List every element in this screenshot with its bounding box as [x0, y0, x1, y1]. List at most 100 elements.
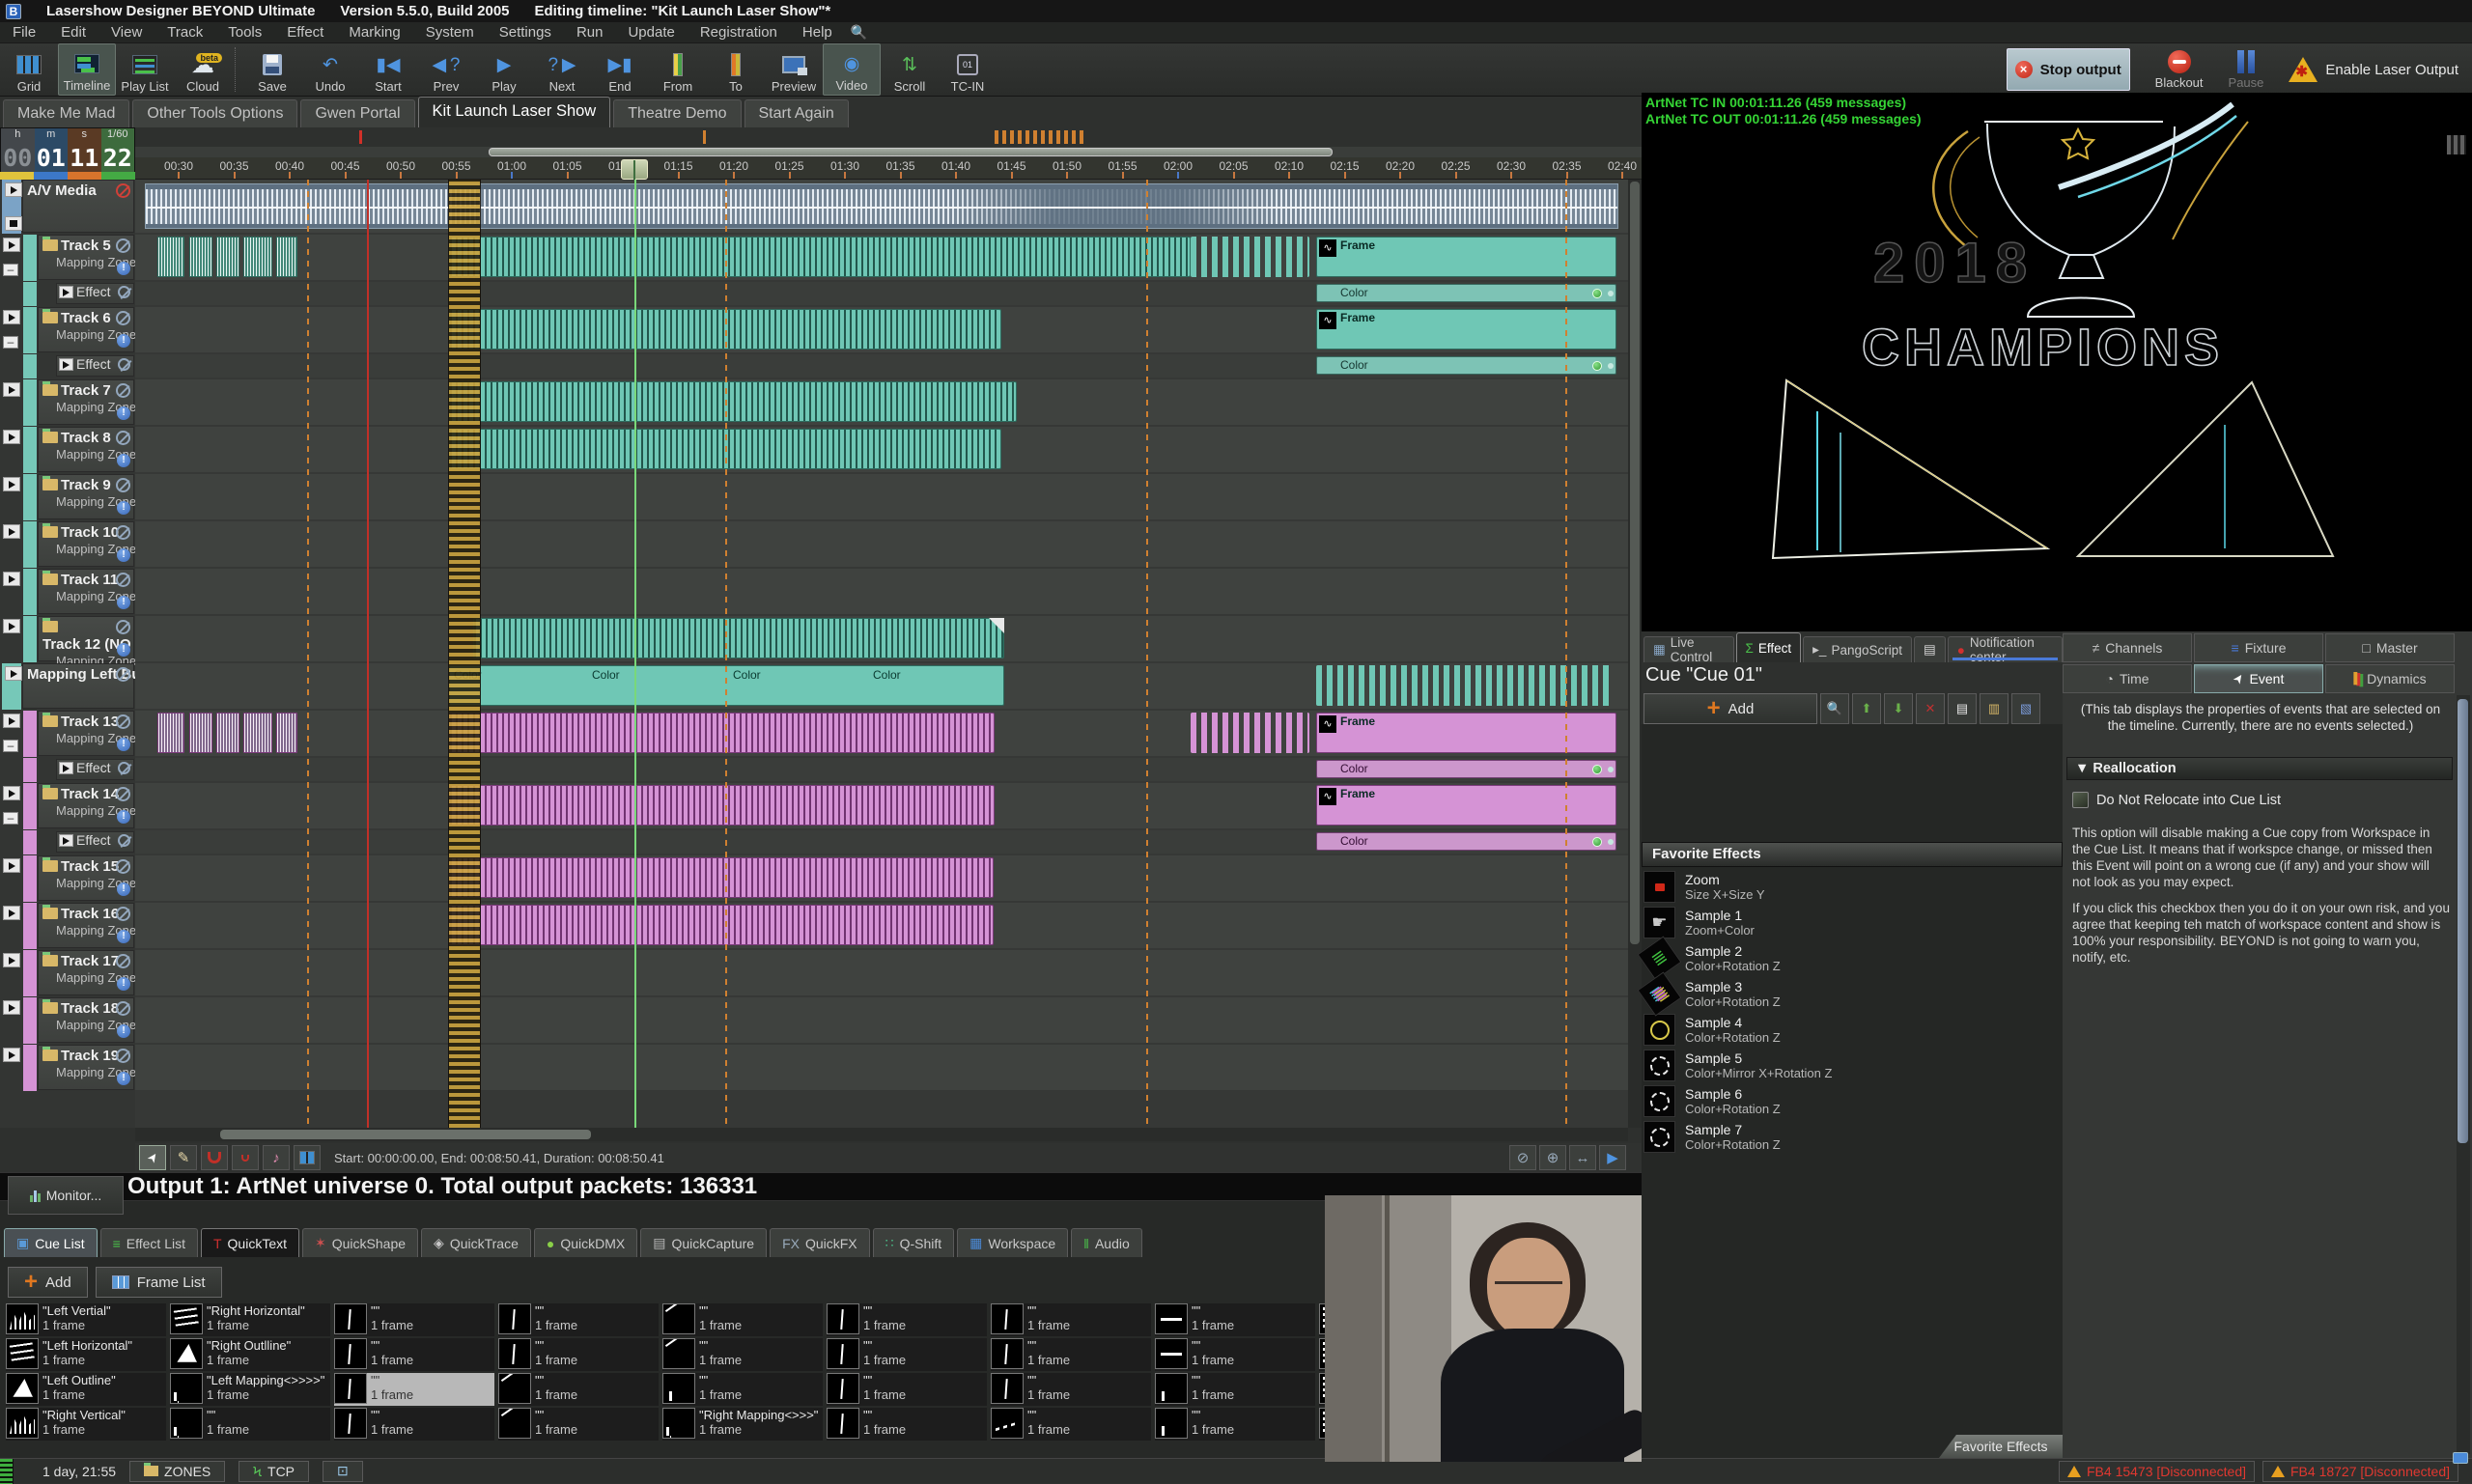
- track-disable-icon[interactable]: [116, 1049, 130, 1063]
- monitor-button[interactable]: Monitor...: [8, 1176, 124, 1215]
- grid-button[interactable]: Grid: [0, 43, 58, 96]
- cue-cell[interactable]: "Right Mapping<>>>"1 frame: [662, 1408, 823, 1441]
- intro-clip[interactable]: [216, 237, 239, 277]
- effect-play-button[interactable]: [59, 834, 73, 847]
- track-disable-icon[interactable]: [116, 667, 130, 682]
- timeline-button[interactable]: Timeline: [58, 43, 116, 96]
- track-disable-icon[interactable]: [116, 478, 130, 492]
- intro-clip[interactable]: [276, 713, 297, 753]
- effect-disable-icon[interactable]: [118, 762, 130, 774]
- timeline-tab-make-me-mad[interactable]: Make Me Mad: [3, 99, 129, 127]
- zoom-out-button[interactable]: ⊘: [1509, 1145, 1536, 1170]
- tc-in-button[interactable]: 01TC-IN: [939, 43, 997, 96]
- bottom-tab-cue-list[interactable]: ▣Cue List: [4, 1228, 98, 1257]
- favorite-effect-item[interactable]: Sample 7Color+Rotation Z: [1643, 1119, 2061, 1155]
- display-button[interactable]: ⊡: [323, 1461, 363, 1482]
- collapse-button[interactable]: –: [3, 740, 18, 752]
- track-disable-icon[interactable]: [116, 859, 130, 874]
- tcp-button[interactable]: Ϟ TCP: [239, 1461, 309, 1482]
- end-button[interactable]: ▶▮End: [591, 43, 649, 96]
- cue-cell[interactable]: ""1 frame: [498, 1303, 659, 1336]
- bottom-tab-quicktrace[interactable]: ◈QuickTrace: [421, 1228, 531, 1257]
- move-down-button[interactable]: ⬇: [1884, 693, 1913, 724]
- color-effect-clip[interactable]: Color: [1316, 760, 1616, 778]
- cue-cell[interactable]: ""1 frame: [1155, 1338, 1315, 1371]
- pause-button[interactable]: Pause: [2229, 50, 2264, 90]
- track-disable-icon[interactable]: [116, 383, 130, 398]
- zoom-bar-thumb[interactable]: [489, 148, 1333, 156]
- prev-button[interactable]: ◀ ?Prev: [417, 43, 475, 96]
- right-panel-scrollbar[interactable]: [2457, 695, 2470, 1454]
- zone-info-icon[interactable]: !: [117, 548, 130, 562]
- fb4-status-1[interactable]: FB4 15473 [Disconnected]: [2059, 1461, 2255, 1482]
- track-disable-icon[interactable]: [116, 714, 130, 729]
- menu-edit[interactable]: Edit: [48, 22, 98, 42]
- track-play-button[interactable]: [3, 786, 20, 800]
- favorite-effect-item[interactable]: Sample 5Color+Mirror X+Rotation Z: [1643, 1048, 2061, 1083]
- track-header-box[interactable]: Track 7Mapping Zone 1!: [38, 379, 134, 425]
- do-not-relocate-checkbox-row[interactable]: Do Not Relocate into Cue List: [2072, 792, 2281, 808]
- cue-cell[interactable]: ""1 frame: [498, 1408, 659, 1441]
- track-play-button[interactable]: [3, 906, 20, 920]
- track-play-button[interactable]: [3, 477, 20, 491]
- track-disable-icon[interactable]: [116, 907, 130, 921]
- cue-cell[interactable]: ""1 frame: [334, 1338, 494, 1371]
- cue-cell[interactable]: ""1 frame: [334, 1303, 494, 1336]
- track-header-box[interactable]: Track 10Mapping Zone 1!: [38, 521, 134, 567]
- bottom-tab-workspace[interactable]: ▦Workspace: [957, 1228, 1068, 1257]
- effect-play-button[interactable]: [59, 286, 73, 298]
- cloud-button[interactable]: ☁betaCloud: [174, 43, 232, 96]
- next-button[interactable]: ? ▶Next: [533, 43, 591, 96]
- zoom-in-button[interactable]: ⊕: [1539, 1145, 1566, 1170]
- bottom-tab-quickshape[interactable]: ✶QuickShape: [302, 1228, 418, 1257]
- menu-effect[interactable]: Effect: [274, 22, 336, 42]
- track-play-button[interactable]: [3, 572, 20, 586]
- folder-button[interactable]: ▥: [1980, 693, 2008, 724]
- zone-info-icon[interactable]: !: [117, 643, 130, 657]
- frame-clip[interactable]: ∿Frame: [1316, 713, 1616, 753]
- start-button[interactable]: ▮◀Start: [359, 43, 417, 96]
- bottom-tab-effect-list[interactable]: ≡Effect List: [100, 1228, 198, 1257]
- bottom-tab-quickdmx[interactable]: ●QuickDMX: [534, 1228, 637, 1257]
- preview-grid-icon[interactable]: [2447, 135, 2466, 154]
- zone-info-icon[interactable]: !: [117, 738, 130, 751]
- zone-info-icon[interactable]: !: [117, 454, 130, 467]
- save-button[interactable]: Save: [243, 43, 301, 96]
- marker-cluster[interactable]: [995, 130, 1086, 144]
- track-play-button[interactable]: [3, 430, 20, 444]
- track-disable-icon[interactable]: [116, 311, 130, 325]
- collapse-button[interactable]: –: [3, 812, 18, 825]
- intro-clip[interactable]: [189, 713, 212, 753]
- effect-disable-icon[interactable]: [118, 286, 130, 298]
- small-magnet-button[interactable]: [232, 1145, 259, 1170]
- follow-playhead-button[interactable]: ▶: [1599, 1145, 1626, 1170]
- intro-clip[interactable]: [189, 237, 212, 277]
- tab-event[interactable]: ➤Event: [2194, 664, 2323, 693]
- track-header-box[interactable]: Track 9Mapping Zone 1!: [38, 474, 134, 519]
- track-disable-icon[interactable]: [116, 525, 130, 540]
- save-button[interactable]: ▧: [2011, 693, 2040, 724]
- to-button[interactable]: To: [707, 43, 765, 96]
- fit-view-button[interactable]: ↔: [1569, 1145, 1596, 1170]
- tab-dynamics[interactable]: ▌Dynamics: [2325, 664, 2455, 693]
- snap-magnet-button[interactable]: [201, 1145, 228, 1170]
- marker-row[interactable]: [135, 127, 1642, 147]
- menu-search-icon[interactable]: 🔍: [845, 24, 867, 41]
- track-header-box[interactable]: A/V Media: [22, 180, 134, 233]
- timeline-tab-start-again[interactable]: Start Again: [744, 99, 849, 127]
- collapse-button[interactable]: –: [3, 264, 18, 276]
- tab-time[interactable]: ◔Time: [2063, 664, 2192, 693]
- panel-tab-doc[interactable]: ▤: [1914, 636, 1946, 662]
- zone-info-icon[interactable]: !: [117, 262, 130, 275]
- zone-info-icon[interactable]: !: [117, 1024, 130, 1038]
- collapse-button[interactable]: –: [3, 336, 18, 349]
- timeline-zoom-bar[interactable]: [135, 147, 1642, 157]
- color-effect-clip[interactable]: Color: [1316, 832, 1616, 851]
- timeline-tab-other-tools-options[interactable]: Other Tools Options: [132, 99, 297, 127]
- track-header-box[interactable]: Track 14Mapping Zone 2!: [38, 783, 134, 828]
- panel-tab-live-control[interactable]: ▦Live Control: [1643, 636, 1734, 662]
- track-play-button[interactable]: [5, 666, 22, 681]
- frame-clip[interactable]: ∿Frame: [1316, 309, 1616, 350]
- track-play-button[interactable]: [3, 238, 20, 252]
- menu-track[interactable]: Track: [154, 22, 215, 42]
